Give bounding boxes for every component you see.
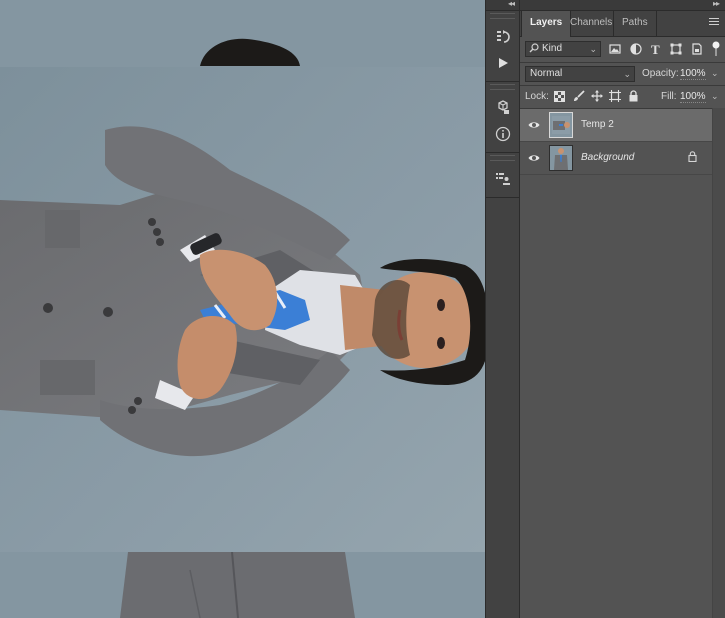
lock-icon[interactable] xyxy=(688,151,697,165)
eye-icon[interactable] xyxy=(528,153,540,166)
layer-thumbnail xyxy=(549,112,573,138)
lock-artboard-icon[interactable] xyxy=(609,90,621,102)
toolstrip-header: ◂◂ xyxy=(486,0,519,11)
blend-mode-dropdown[interactable]: Normal ⌄ xyxy=(525,66,635,82)
opacity-input[interactable]: 100% xyxy=(680,68,706,80)
toolstrip-group-3 xyxy=(486,163,519,198)
toolstrip-collapse-icon[interactable]: ◂◂ xyxy=(508,0,515,8)
search-icon xyxy=(529,43,539,53)
lock-position-icon[interactable] xyxy=(591,90,603,102)
layer-name[interactable]: Background xyxy=(581,152,634,163)
canvas-artwork xyxy=(0,0,485,618)
kind-dropdown[interactable]: Kind ⌄ xyxy=(525,41,601,57)
toolstrip-grip[interactable] xyxy=(490,13,515,19)
layers-panel: ▸▸ Layers Channels Paths Kind ⌄ T Normal… xyxy=(520,0,725,618)
shape-filter-icon[interactable] xyxy=(670,43,682,55)
lock-all-icon[interactable] xyxy=(628,90,639,102)
history-icon[interactable] xyxy=(490,25,516,49)
kind-label: Kind xyxy=(542,43,563,54)
toolstrip-group-2 xyxy=(486,92,519,153)
lock-row: Lock: Fill: 100% ⌄ xyxy=(520,86,725,108)
image-filter-icon[interactable] xyxy=(609,43,621,55)
panel-header: ▸▸ xyxy=(520,0,725,11)
fill-chevron-icon[interactable]: ⌄ xyxy=(711,91,719,102)
fill-input[interactable]: 100% xyxy=(680,91,706,103)
lock-label: Lock: xyxy=(525,91,549,102)
info-icon[interactable] xyxy=(490,122,516,146)
type-filter-icon[interactable]: T xyxy=(651,42,660,58)
fill-label: Fill: xyxy=(661,91,677,102)
tab-channels[interactable]: Channels xyxy=(562,11,620,36)
adjustment-filter-icon[interactable] xyxy=(630,43,642,55)
3d-icon[interactable] xyxy=(490,96,516,120)
play-icon[interactable] xyxy=(490,51,516,75)
filter-row: Kind ⌄ T xyxy=(520,38,725,62)
layers-scrollbar[interactable] xyxy=(712,108,725,618)
opacity-label: Opacity: xyxy=(642,68,679,79)
toolstrip-grip-2[interactable] xyxy=(490,84,515,90)
filter-toggle-icon[interactable] xyxy=(711,41,721,57)
toolstrip-grip-3[interactable] xyxy=(490,155,515,161)
document-canvas[interactable] xyxy=(0,0,485,618)
tab-paths[interactable]: Paths xyxy=(613,11,657,36)
layer-row-temp-2[interactable]: Temp 2 xyxy=(520,109,712,142)
layer-comps-icon[interactable] xyxy=(490,167,516,191)
blend-mode-value: Normal xyxy=(530,68,563,79)
layer-thumbnail xyxy=(549,145,573,171)
toolstrip-group-1 xyxy=(486,21,519,82)
panel-tabbar: Layers Channels Paths xyxy=(520,11,725,37)
tool-strip: ◂◂ xyxy=(485,0,520,618)
eye-icon[interactable] xyxy=(528,120,540,133)
opacity-chevron-icon[interactable]: ⌄ xyxy=(711,68,719,79)
layer-name[interactable]: Temp 2 xyxy=(581,119,614,130)
panel-menu-icon[interactable] xyxy=(709,18,719,27)
lock-transparent-icon[interactable] xyxy=(554,91,565,102)
chevron-down-icon: ⌄ xyxy=(589,44,597,54)
lock-image-icon[interactable] xyxy=(573,90,585,102)
smart-object-filter-icon[interactable] xyxy=(691,43,703,55)
chevron-down-icon: ⌄ xyxy=(623,69,631,79)
layer-row-background[interactable]: Background xyxy=(520,142,712,175)
panel-collapse-icon[interactable]: ▸▸ xyxy=(713,0,720,8)
blend-row: Normal ⌄ Opacity: 100% ⌄ xyxy=(520,63,725,85)
